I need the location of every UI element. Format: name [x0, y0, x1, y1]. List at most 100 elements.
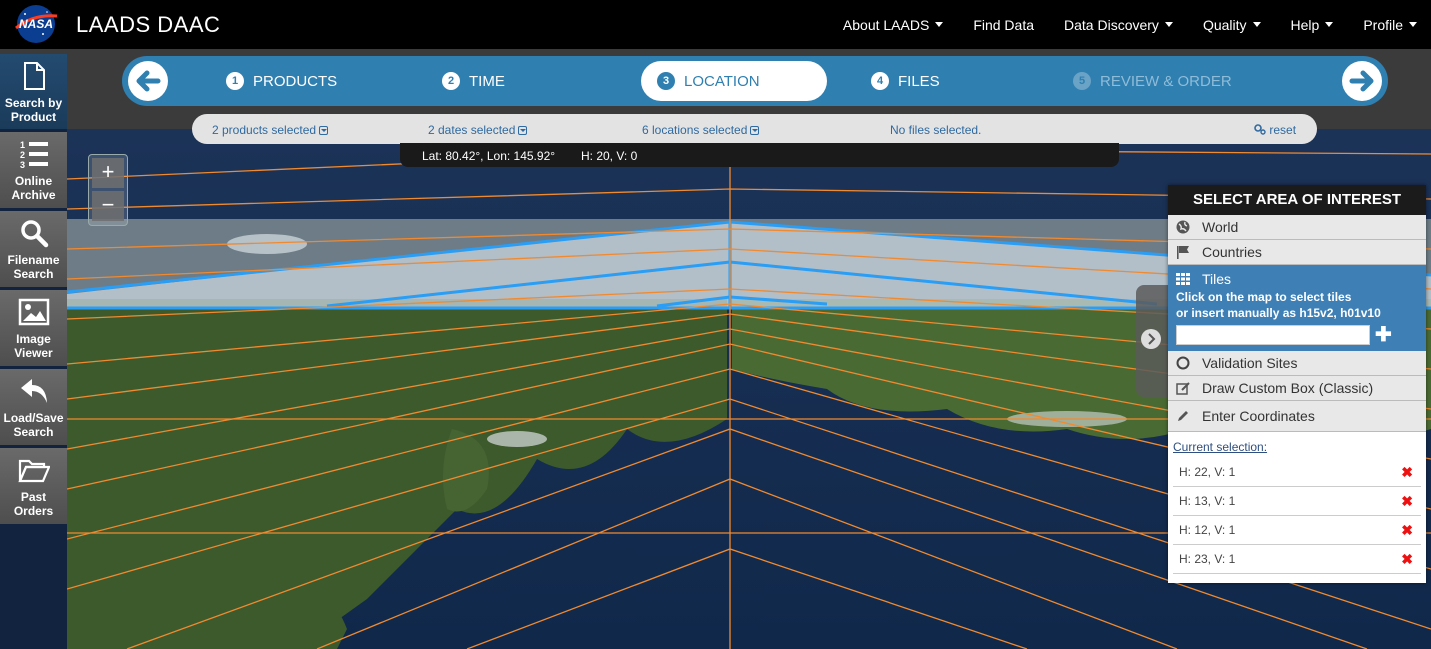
dropdown-icon — [750, 126, 760, 135]
circle-outline-icon — [1176, 356, 1190, 370]
selection-row: H: 12, V: 1 ✖ — [1173, 516, 1421, 545]
caret-down-icon — [935, 22, 944, 27]
selection-row: H: 22, V: 1 ✖ — [1173, 458, 1421, 487]
site-title[interactable]: LAADS DAAC — [76, 12, 220, 38]
remove-icon[interactable]: ✖ — [1401, 551, 1413, 568]
load-save-search-button[interactable]: Load/Save Search — [0, 369, 67, 445]
option-enter-coordinates[interactable]: Enter Coordinates — [1168, 401, 1426, 432]
dropdown-icon — [518, 126, 528, 135]
selection-tile: H: 12, V: 1 — [1179, 523, 1236, 537]
step-number: 4 — [871, 72, 889, 90]
selection-row: H: 23, V: 1 ✖ — [1173, 545, 1421, 574]
globe-icon — [1176, 220, 1190, 234]
reply-arrow-icon — [20, 379, 47, 403]
dropdown-icon — [319, 126, 329, 135]
option-label: World — [1202, 219, 1239, 235]
svg-text:3: 3 — [20, 160, 25, 170]
lat-lon-readout: Lat: 80.42°, Lon: 145.92° — [422, 149, 556, 163]
search-by-product-button[interactable]: Search by Product — [0, 54, 67, 129]
folder-open-icon — [17, 459, 50, 483]
option-label: Validation Sites — [1202, 355, 1298, 371]
panel-collapse-button[interactable] — [1136, 285, 1168, 397]
reset-button[interactable]: reset — [1254, 123, 1296, 137]
step-location[interactable]: 3 LOCATION — [641, 61, 827, 101]
sidebar-label: Load/Save Search — [3, 411, 64, 439]
option-world[interactable]: World — [1168, 215, 1426, 240]
option-tiles[interactable]: Tiles Click on the map to select tiles o… — [1168, 265, 1426, 351]
sidebar-label: Past Orders — [13, 490, 54, 518]
flag-icon — [1177, 246, 1189, 259]
selection-tile: H: 22, V: 1 — [1179, 465, 1236, 479]
step-review-order: 5 REVIEW & ORDER — [1073, 56, 1232, 106]
tiles-hint-line-1: Click on the map to select tiles — [1176, 290, 1352, 304]
filename-search-button[interactable]: Filename Search — [0, 211, 67, 287]
selection-summary-bar: 2 products selected 2 dates selected 6 l… — [192, 114, 1317, 144]
option-label: Tiles — [1202, 271, 1232, 287]
grid-icon — [1176, 273, 1190, 285]
caret-down-icon — [1164, 22, 1173, 27]
nasa-logo-icon[interactable]: NASA — [13, 4, 59, 44]
pencil-icon — [1178, 411, 1188, 421]
step-wizard: 1 PRODUCTS 2 TIME 3 LOCATION 4 FILES 5 REVIEW… — [122, 56, 1388, 106]
option-label: Enter Coordinates — [1202, 408, 1315, 424]
caret-down-icon — [1409, 22, 1417, 27]
remove-icon[interactable]: ✖ — [1401, 464, 1413, 481]
summary-text: 2 dates selected — [428, 123, 516, 137]
remove-icon[interactable]: ✖ — [1401, 522, 1413, 539]
nav-find-data[interactable]: Find Data — [973, 17, 1034, 33]
numbered-list-icon: 123 — [20, 140, 48, 170]
nav-label: Data Discovery — [1064, 16, 1159, 33]
files-selected-status: No files selected. — [890, 123, 981, 137]
option-validation-sites[interactable]: Validation Sites — [1168, 351, 1426, 376]
edit-box-icon — [1176, 382, 1190, 395]
zoom-control: + − — [88, 154, 128, 226]
selection-tile: H: 23, V: 1 — [1179, 552, 1236, 566]
step-time[interactable]: 2 TIME — [442, 56, 505, 106]
option-label: Countries — [1202, 244, 1262, 260]
nav-about-laads[interactable]: About LAADS — [843, 17, 944, 33]
online-archive-button[interactable]: 123 Online Archive — [0, 132, 67, 208]
dates-selected-dropdown[interactable]: 2 dates selected — [428, 123, 528, 137]
main-nav: About LAADS Find Data Data Discovery Qua… — [813, 0, 1417, 49]
sidebar-label: Search by Product — [4, 96, 63, 124]
tiles-hint-line-2: or insert manually as h15v2, h01v10 — [1176, 306, 1381, 320]
nav-profile[interactable]: Profile — [1363, 17, 1417, 33]
summary-text: 6 locations selected — [642, 123, 748, 137]
nav-data-discovery[interactable]: Data Discovery — [1064, 17, 1173, 33]
step-label: PRODUCTS — [253, 72, 338, 90]
previous-step-button[interactable] — [128, 61, 168, 101]
top-navbar: NASA LAADS DAAC About LAADS Find Data Da… — [0, 0, 1431, 49]
svg-text:1: 1 — [20, 140, 25, 150]
option-countries[interactable]: Countries — [1168, 240, 1426, 265]
left-sidebar: Search by Product 123 Online Archive Fil… — [0, 54, 67, 527]
nav-help[interactable]: Help — [1291, 17, 1334, 33]
image-icon — [18, 298, 49, 326]
selection-row: H: 13, V: 1 ✖ — [1173, 487, 1421, 516]
svg-text:NASA: NASA — [19, 17, 53, 31]
step-label: LOCATION — [684, 72, 760, 90]
nav-quality[interactable]: Quality — [1203, 17, 1261, 33]
reset-label: reset — [1269, 123, 1297, 137]
nav-label: Find Data — [973, 16, 1035, 33]
step-products[interactable]: 1 PRODUCTS — [226, 56, 337, 106]
locations-selected-dropdown[interactable]: 6 locations selected — [642, 123, 760, 137]
step-label: REVIEW & ORDER — [1100, 72, 1232, 90]
step-files[interactable]: 4 FILES — [871, 56, 940, 106]
step-number: 5 — [1073, 72, 1091, 90]
step-label: TIME — [469, 72, 505, 90]
selection-tile: H: 13, V: 1 — [1179, 494, 1236, 508]
option-draw-custom-box[interactable]: Draw Custom Box (Classic) — [1168, 376, 1426, 401]
products-selected-dropdown[interactable]: 2 products selected — [212, 123, 329, 137]
remove-icon[interactable]: ✖ — [1401, 493, 1413, 510]
add-tile-button[interactable]: ✚ — [1375, 325, 1392, 345]
svg-text:2: 2 — [20, 150, 25, 160]
panel-title: SELECT AREA OF INTEREST — [1168, 185, 1426, 215]
tile-input[interactable] — [1176, 325, 1370, 345]
past-orders-button[interactable]: Past Orders — [0, 448, 67, 524]
zoom-out-button[interactable]: − — [92, 191, 124, 221]
current-selection-label: Current selection: — [1173, 440, 1268, 454]
zoom-in-button[interactable]: + — [92, 158, 124, 188]
next-step-button[interactable] — [1342, 61, 1382, 101]
image-viewer-button[interactable]: Image Viewer — [0, 290, 67, 366]
sidebar-label: Online Archive — [11, 174, 56, 202]
